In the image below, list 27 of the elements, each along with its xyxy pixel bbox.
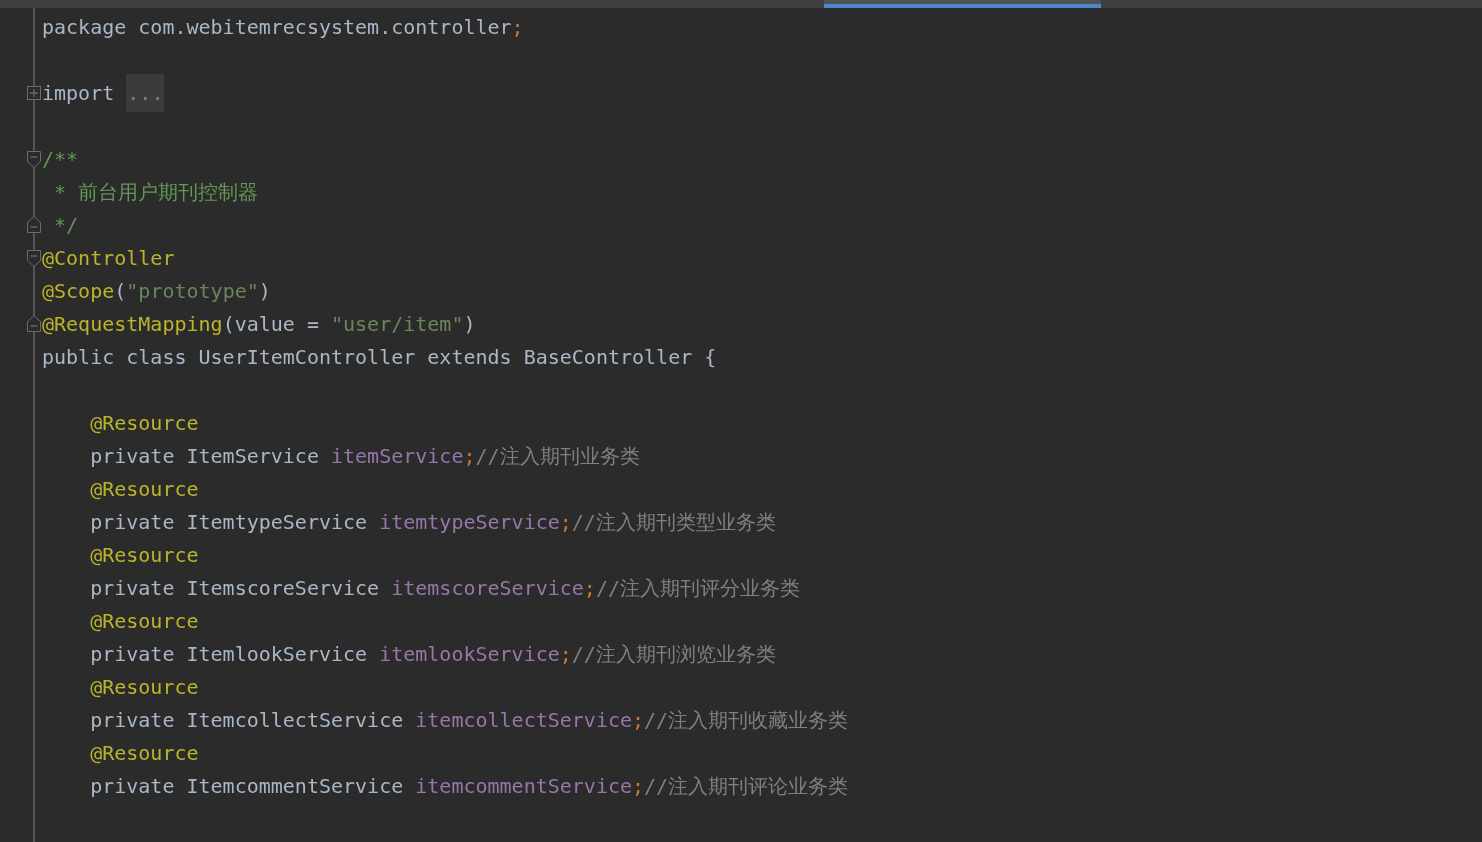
code-line: private ItemcommentService itemcommentService;//注入期刊评论业务类: [89, 772, 849, 800]
fold-end-icon[interactable]: [27, 216, 41, 233]
code-line: private ItemlookService itemlookService;//注入期刊浏览业务类: [89, 640, 776, 668]
code-line: */: [53, 211, 79, 239]
code-line: private ItemscoreService itemscoreService;//注入期刊评分业务类: [89, 574, 800, 602]
expand-icon[interactable]: [27, 86, 41, 100]
folded-code-placeholder[interactable]: ...: [126, 73, 165, 112]
code-text: import: [42, 79, 116, 107]
code-line: @Resource: [89, 739, 199, 767]
code-line: private ItemtypeService itemtypeService;//注入期刊类型业务类: [89, 508, 776, 536]
code-line: @Controller: [42, 244, 175, 272]
code-line: * 前台用户期刊控制器: [53, 178, 259, 206]
code-line: public class UserItemController extends BaseController {: [42, 343, 717, 371]
code-line: @Resource: [89, 673, 199, 701]
code-line: @RequestMapping(value = "user/item"): [42, 310, 476, 338]
fold-end-icon[interactable]: [27, 315, 41, 332]
code-line: @Resource: [89, 475, 199, 503]
code-line: /**: [42, 145, 79, 173]
code-line: private ItemcollectService itemcollectService;//注入期刊收藏业务类: [89, 706, 849, 734]
code-line: private ItemService itemService;//注入期刊业务类: [89, 442, 640, 470]
code-line: package com.webitemrecsystem.controller;: [42, 13, 524, 41]
fold-icon[interactable]: [27, 151, 41, 168]
code-line: @Resource: [89, 541, 199, 569]
code-line: @Scope("prototype"): [42, 277, 271, 305]
code-line: @Resource: [89, 607, 199, 635]
code-line: @Resource: [89, 409, 199, 437]
fold-icon[interactable]: [27, 250, 41, 267]
